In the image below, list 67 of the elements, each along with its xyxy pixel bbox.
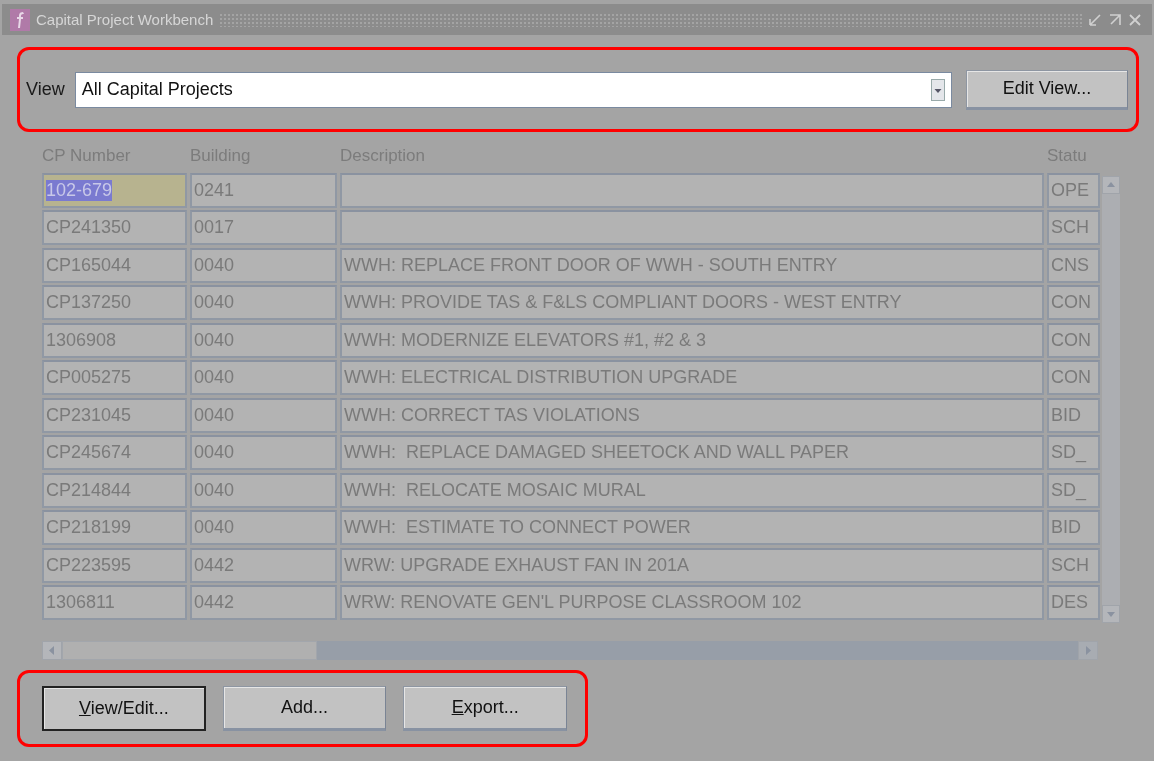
table-cell[interactable]: 0040 bbox=[190, 322, 337, 358]
scroll-up-icon[interactable] bbox=[1102, 176, 1120, 194]
table-cell[interactable]: WWH: REPLACE FRONT DOOR OF WWH - SOUTH ENTRY bbox=[340, 247, 1044, 283]
action-button[interactable]: View/Edit... bbox=[42, 686, 206, 731]
table-cell[interactable]: OPE bbox=[1047, 172, 1100, 208]
minimize-icon[interactable] bbox=[1088, 12, 1102, 27]
table-cell[interactable]: CON bbox=[1047, 360, 1100, 395]
table-cell[interactable]: SCH bbox=[1047, 547, 1100, 583]
table-cell[interactable]: CP241350 bbox=[42, 210, 187, 245]
scroll-left-icon[interactable] bbox=[42, 641, 62, 660]
view-dropdown[interactable]: All Capital Projects bbox=[74, 71, 952, 108]
table-cell[interactable]: WRW: UPGRADE EXHAUST FAN IN 201A bbox=[340, 547, 1044, 583]
table-cell[interactable]: 0442 bbox=[190, 585, 337, 620]
table-cell[interactable]: 1306811 bbox=[42, 585, 187, 620]
edit-view-button[interactable]: Edit View... bbox=[966, 69, 1128, 110]
app-logo-icon bbox=[10, 8, 30, 31]
table-cell[interactable]: CON bbox=[1047, 322, 1100, 358]
table-cell[interactable]: 0442 bbox=[190, 547, 337, 583]
table-cell[interactable]: 0241 bbox=[190, 172, 337, 208]
table-cell[interactable]: CNS bbox=[1047, 247, 1100, 283]
table-cell[interactable]: CP218199 bbox=[42, 510, 187, 545]
table-cell[interactable]: CP214844 bbox=[42, 472, 187, 508]
table-cell[interactable]: 0040 bbox=[190, 360, 337, 395]
table-cell[interactable]: CP231045 bbox=[42, 397, 187, 433]
table-cell[interactable]: SCH bbox=[1047, 210, 1100, 245]
close-icon[interactable] bbox=[1128, 12, 1142, 27]
scroll-right-icon[interactable] bbox=[1078, 641, 1098, 660]
table-cell[interactable]: 0040 bbox=[190, 247, 337, 283]
table-cell[interactable]: BID bbox=[1047, 397, 1100, 433]
vertical-scrollbar[interactable] bbox=[1102, 176, 1120, 623]
table-cell[interactable]: CP137250 bbox=[42, 285, 187, 320]
scroll-thumb[interactable] bbox=[62, 641, 317, 660]
table-cell[interactable]: BID bbox=[1047, 510, 1100, 545]
table-cell[interactable]: 0040 bbox=[190, 510, 337, 545]
table-cell[interactable]: 0040 bbox=[190, 285, 337, 320]
table-cell[interactable]: CON bbox=[1047, 285, 1100, 320]
maximize-icon[interactable] bbox=[1108, 12, 1122, 27]
table-cell[interactable]: SD_ bbox=[1047, 435, 1100, 470]
table-cell[interactable] bbox=[340, 172, 1044, 208]
table-cell[interactable]: 0017 bbox=[190, 210, 337, 245]
table-cell[interactable]: 1306908 bbox=[42, 322, 187, 358]
table-cell[interactable]: SD_ bbox=[1047, 472, 1100, 508]
table-cell[interactable]: WWH: ELECTRICAL DISTRIBUTION UPGRADE bbox=[340, 360, 1044, 395]
table-cell[interactable]: WWH: ESTIMATE TO CONNECT POWER bbox=[340, 510, 1044, 545]
table-cell[interactable] bbox=[340, 210, 1044, 245]
action-button[interactable]: Export... bbox=[403, 686, 567, 731]
table-cell[interactable]: 0040 bbox=[190, 472, 337, 508]
view-label: View bbox=[26, 79, 65, 100]
table-cell[interactable]: 0040 bbox=[190, 397, 337, 433]
action-button[interactable]: Add... bbox=[222, 686, 387, 731]
table-cell[interactable]: 0040 bbox=[190, 435, 337, 470]
table-cell[interactable]: WWH: PROVIDE TAS & F&LS COMPLIANT DOORS - WEST ENTRY bbox=[340, 285, 1044, 320]
table-cell[interactable]: CP245674 bbox=[42, 435, 187, 470]
table-cell[interactable]: CP165044 bbox=[42, 247, 187, 283]
table-cell[interactable]: CP223595 bbox=[42, 547, 187, 583]
table-cell[interactable]: 102-679 bbox=[42, 172, 187, 208]
table-cell[interactable]: DES bbox=[1047, 585, 1100, 620]
table-cell[interactable]: WWH: REPLACE DAMAGED SHEETOCK AND WALL PAPER bbox=[340, 435, 1044, 470]
window-title: Capital Project Workbench bbox=[36, 11, 214, 28]
horizontal-scrollbar[interactable] bbox=[42, 641, 1098, 660]
table-cell[interactable]: WWH: CORRECT TAS VIOLATIONS bbox=[340, 397, 1044, 433]
caret-icon[interactable] bbox=[931, 78, 945, 101]
table-cell[interactable]: WWH: MODERNIZE ELEVATORS #1, #2 & 3 bbox=[340, 322, 1044, 358]
table-cell[interactable]: WRW: RENOVATE GEN'L PURPOSE CLASSROOM 102 bbox=[340, 585, 1044, 620]
table-cell[interactable]: WWH: RELOCATE MOSAIC MURAL bbox=[340, 472, 1044, 508]
table-cell[interactable]: CP005275 bbox=[42, 360, 187, 395]
scroll-down-icon[interactable] bbox=[1102, 605, 1120, 623]
